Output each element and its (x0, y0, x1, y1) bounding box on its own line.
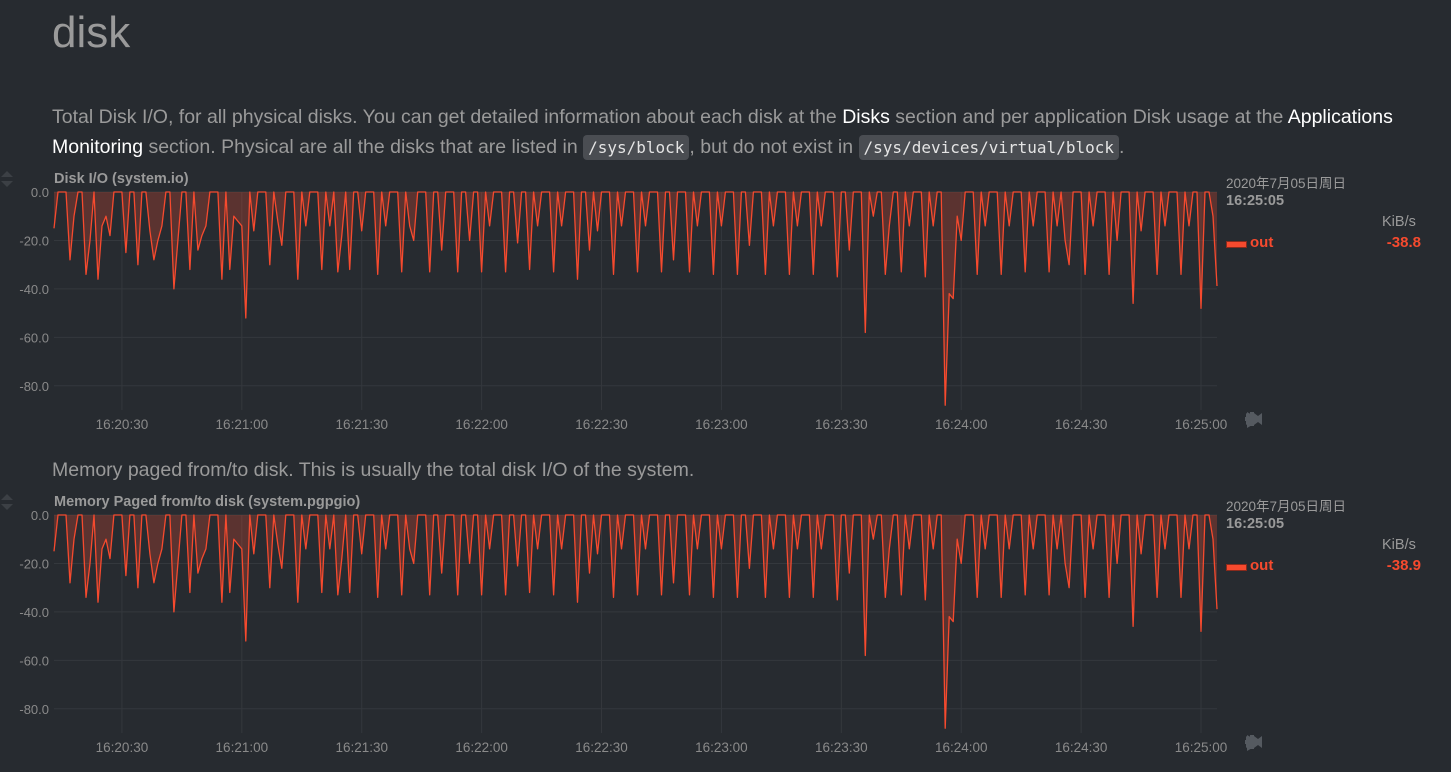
x-tick-label: 16:23:30 (815, 417, 868, 432)
x-tick-label: 16:21:30 (335, 417, 388, 432)
description-text: , but do not exist in (689, 136, 859, 158)
legend-dimension-value: -38.9 (1386, 557, 1421, 574)
disk-io-description: Total Disk I/O, for all physical disks. … (52, 102, 1412, 163)
disk-io-plot[interactable]: 0.0 -20.0 -40.0 -60.0 -80.0 16:20:30 16:21:00 1… (0, 170, 1230, 432)
disk-io-chart[interactable]: 0.0 -20.0 -40.0 -60.0 -80.0 16:20:30 16:21:00 1… (0, 170, 1451, 432)
legend-swatch[interactable] (1226, 564, 1247, 571)
chart-title: Memory Paged from/to disk (system.pgpgio… (54, 494, 361, 510)
x-tick-label: 16:21:00 (216, 740, 269, 755)
legend-date: 2020年7月05日周日 (1226, 499, 1347, 514)
legend-dimension-name[interactable]: out (1250, 557, 1273, 574)
section-title: disk (52, 8, 131, 57)
x-tick-label: 16:23:00 (695, 417, 748, 432)
description-text: Total Disk I/O, for all physical disks. … (52, 106, 843, 128)
x-tick-label: 16:24:30 (1055, 740, 1108, 755)
legend-dimension-name[interactable]: out (1250, 234, 1273, 251)
x-tick-label: 16:24:00 (935, 740, 988, 755)
y-tick-label: 0.0 (31, 185, 49, 200)
x-tick-label: 16:22:30 (575, 740, 628, 755)
sys-devices-virtual-block-code: /sys/devices/virtual/block (858, 135, 1119, 160)
x-tick-label: 16:20:30 (96, 740, 149, 755)
y-tick-label: -20.0 (19, 556, 49, 571)
y-tick-label: -60.0 (19, 330, 49, 345)
y-tick-label: -20.0 (19, 233, 49, 248)
x-tick-label: 16:23:00 (695, 740, 748, 755)
paged-description: Memory paged from/to disk. This is usual… (52, 459, 695, 481)
disks-link[interactable]: Disks (842, 106, 890, 128)
x-tick-label: 16:24:30 (1055, 417, 1108, 432)
pgpgio-plot[interactable]: 0.0 -20.0 -40.0 -60.0 -80.0 16:20:30 16:21:00 1… (0, 493, 1230, 755)
x-tick-label: 16:22:30 (575, 417, 628, 432)
zoom-out-icon[interactable] (1244, 734, 1260, 750)
legend-units: KiB/s (1382, 537, 1416, 553)
y-tick-label: -80.0 (19, 379, 49, 394)
y-tick-label: -80.0 (19, 702, 49, 717)
x-tick-label: 16:25:00 (1175, 740, 1228, 755)
zoom-out-icon[interactable] (1244, 411, 1260, 427)
y-tick-label: 0.0 (31, 508, 49, 523)
resize-handle-icon[interactable] (0, 170, 14, 188)
y-tick-label: -40.0 (19, 282, 49, 297)
y-tick-label: -40.0 (19, 605, 49, 620)
x-tick-label: 16:21:00 (216, 417, 269, 432)
x-tick-label: 16:25:00 (1175, 417, 1228, 432)
x-tick-label: 16:22:00 (455, 740, 508, 755)
legend-swatch[interactable] (1226, 241, 1247, 248)
x-tick-label: 16:23:30 (815, 740, 868, 755)
pgpgio-chart[interactable]: 0.0 -20.0 -40.0 -60.0 -80.0 16:20:30 16:21:00 1… (0, 493, 1451, 755)
legend-date: 2020年7月05日周日 (1226, 176, 1347, 191)
chart-title: Disk I/O (system.io) (54, 171, 189, 187)
resize-handle-icon[interactable] (0, 493, 14, 511)
x-tick-label: 16:22:00 (455, 417, 508, 432)
description-text: section and per application Disk usage a… (889, 106, 1288, 128)
legend-time: 16:25:05 (1226, 516, 1285, 532)
legend-dimension-value: -38.8 (1386, 234, 1421, 251)
description-text: section. Physical are all the disks that… (143, 136, 584, 158)
legend-time: 16:25:05 (1226, 193, 1285, 209)
legend-units: KiB/s (1382, 214, 1416, 230)
description-text: . (1118, 136, 1125, 158)
y-tick-label: -60.0 (19, 653, 49, 668)
x-tick-label: 16:20:30 (96, 417, 149, 432)
sys-block-code: /sys/block (583, 135, 690, 160)
x-tick-label: 16:21:30 (335, 740, 388, 755)
x-tick-label: 16:24:00 (935, 417, 988, 432)
